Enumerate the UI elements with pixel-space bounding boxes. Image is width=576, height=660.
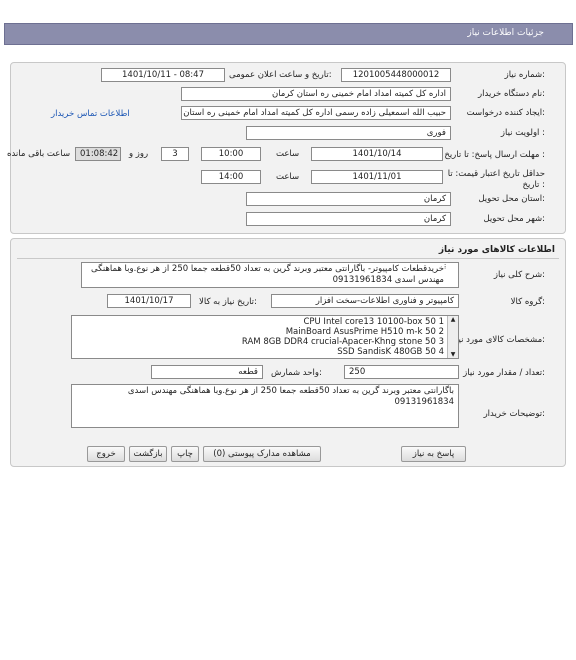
need-number-label: شماره نیاز: [504, 70, 545, 80]
summary-field[interactable]: خریدقطعات کامپیوتر- باگارانتی معتبر وبرن… [81, 262, 459, 288]
deadline-label: مهلت ارسال پاسخ: تا تاریخ : [444, 150, 545, 160]
spec-item: SSD SandisK 480GB 50 4 [337, 347, 444, 357]
remaining-label: ساعت باقی مانده [7, 149, 71, 159]
qty-field[interactable]: 250 [344, 365, 459, 379]
specs-list[interactable]: ▲ ▼ CPU Intel core13 10100-box 50 1 Main… [71, 315, 459, 359]
priority-label: اولویت نیاز : [500, 128, 545, 138]
page-title: جزئیات اطلاعات نیاز [467, 28, 544, 38]
unit-label: واحد شمارش: [271, 368, 322, 378]
spec-item: CPU Intel core13 10100-box 50 1 [303, 317, 444, 327]
summary-label: شرح کلی نیاز: [493, 270, 545, 280]
group-field[interactable]: کامپیوتر و فناوری اطلاعات-سخت افزار [271, 294, 459, 308]
buyer-contact-link[interactable]: اطلاعات تماس خریدار [51, 109, 130, 119]
specs-scrollbar[interactable]: ▲ ▼ [447, 316, 458, 358]
need-date-field[interactable]: 1401/10/17 [107, 294, 191, 308]
validity-time-label: ساعت [276, 172, 300, 182]
goods-panel: اطلاعات کالاهای مورد نیاز شرح کلی نیاز: … [10, 238, 566, 576]
scroll-up-icon[interactable]: ▲ [448, 316, 458, 323]
deadline-date-field[interactable]: 1401/10/14 [311, 147, 443, 161]
group-label: گروه کالا: [510, 297, 545, 307]
province-label: استان محل تحویل: [478, 194, 545, 204]
deadline-time-label: ساعت [276, 149, 300, 159]
reply-button[interactable]: پاسخ به نیاز [401, 446, 466, 462]
spec-item: RAM 8GB DDR4 crucial-Apacer-Khng stone 5… [241, 337, 444, 347]
goods-divider [17, 258, 559, 259]
buyer-org-label: نام دستگاه خریدار: [478, 89, 545, 99]
requester-label: ایجاد کننده درخواست: [466, 108, 545, 118]
attachments-button[interactable]: مشاهده مدارک پیوستی (0) [203, 446, 321, 462]
need-date-label: تاریخ نیاز به کالا: [199, 297, 257, 307]
announce-label: تاریخ و ساعت اعلان عمومی: [229, 70, 332, 80]
buyer-org-field[interactable]: اداره کل کمیته امداد امام خمینی ره استان… [181, 87, 451, 101]
back-button[interactable]: بازگشت [129, 446, 167, 462]
city-field[interactable]: کرمان [246, 212, 451, 226]
buyer-desc-field[interactable]: باگارانتی معتبر وبرند گرین به تعداد 50قط… [71, 384, 459, 428]
scroll-down-icon[interactable]: ▼ [448, 351, 458, 358]
print-button[interactable]: چاپ [171, 446, 199, 462]
remaining-time-field: 01:08:42 [75, 147, 121, 161]
spec-item: MainBoard AsusPrime H510 m-k 50 2 [285, 327, 444, 337]
priority-field[interactable]: فوری [246, 126, 451, 140]
validity-label: حداقل تاریخ اعتبار قیمت: تا تاریخ : [447, 169, 545, 190]
announce-field[interactable]: 1401/10/11 - 08:47 [101, 68, 225, 82]
qty-label: تعداد / مقدار مورد نیاز: [463, 368, 545, 378]
days-field[interactable]: 3 [161, 147, 189, 161]
unit-field[interactable]: قطعه [151, 365, 263, 379]
exit-button[interactable]: خروج [87, 446, 125, 462]
requester-field[interactable]: حبیب الله اسمعیلی زاده رسمی اداره کل کمی… [181, 106, 451, 120]
days-label: روز و [129, 149, 149, 159]
validity-time-field[interactable]: 14:00 [201, 170, 261, 184]
watermark-logo: ​ [198, 541, 204, 576]
buyer-desc-label: توضیحات خریدار: [483, 409, 545, 419]
validity-date-field[interactable]: 1401/11/01 [311, 170, 443, 184]
page-header: جزئیات اطلاعات نیاز [4, 23, 573, 45]
need-info-panel: شماره نیاز: 1201005448000012 تاریخ و ساع… [7, 62, 566, 234]
summary-scroll-icon[interactable]: ⁝ [444, 263, 446, 271]
province-field[interactable]: کرمان [246, 192, 451, 206]
city-label: شهر محل تحویل: [483, 214, 545, 224]
specs-label: مشخصات کالای مورد نیاز: [451, 335, 545, 345]
goods-section-title: اطلاعات کالاهای مورد نیاز [438, 245, 555, 255]
need-number-field[interactable]: 1201005448000012 [341, 68, 451, 82]
deadline-time-field[interactable]: 10:00 [201, 147, 261, 161]
